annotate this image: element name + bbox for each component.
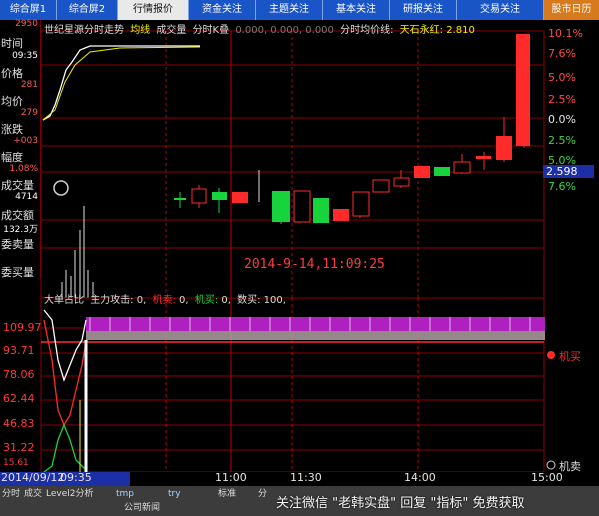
buy-label: 机买: [194, 295, 219, 306]
scale-p2: 5.0% [548, 71, 576, 84]
legend-kline: 分时K叠 [192, 25, 230, 36]
sell-label: 机卖: [152, 295, 176, 306]
turnover-label: 成交额 [1, 209, 34, 222]
bottom-tab-company-news[interactable]: 公司新闻 [124, 502, 160, 514]
bottom-tab-trades[interactable]: 成交 [24, 488, 42, 500]
bottom-tab-tmp[interactable]: tmp [116, 488, 134, 500]
scale-top: 10.1% [548, 27, 583, 40]
x-axis-date: 2014/09/12 [1, 471, 65, 484]
time-value: 09:35 [12, 51, 38, 61]
scale-n1: 2.5% [548, 134, 576, 147]
price-line [42, 45, 200, 121]
watermark-text: 关注微信 "老韩实盘" 回复 "指标" 免费获取 [276, 496, 525, 511]
left-info-panel: 2950 时间 09:35 价格 281 均价 279 涨跌 +003 幅度 1… [0, 19, 41, 279]
legend-stock: 天石永红: 2.810 [399, 25, 475, 36]
change-value: +003 [13, 136, 38, 146]
avg-value: 279 [20, 108, 38, 118]
top-value: 2950 [15, 19, 38, 29]
kline-candles [174, 34, 530, 224]
bottom-tab-try[interactable]: try [168, 488, 181, 500]
lower-scale-6: 15.61 [3, 458, 29, 468]
amplitude-value: 1.08% [9, 164, 38, 174]
tab-market-calendar[interactable]: 股市日历 [544, 0, 599, 20]
lower-scale-3: 62.44 [3, 392, 35, 405]
bid-volume-label: 委买量 [1, 266, 34, 279]
bottom-tab-timeshare[interactable]: 分时 [2, 488, 20, 500]
legend-avg-price: 分时均价线: [340, 25, 394, 36]
price-label: 价格 [1, 67, 23, 80]
order-diff-label: 委卖量 [1, 238, 34, 251]
legend-values: 0.000, 0.000, 0.000 [235, 25, 334, 36]
scale-n3: 7.6% [548, 180, 576, 193]
tab-research-focus[interactable]: 研报关注 [390, 0, 457, 20]
tab-workspace-1[interactable]: 综合屏1 [0, 0, 57, 20]
bottom-tab-analysis[interactable]: 分 [258, 488, 267, 500]
attack-value: 0, [136, 295, 147, 306]
tab-theme-focus[interactable]: 主题关注 [256, 0, 323, 20]
lower-scale-0: 109.97 [3, 321, 42, 334]
amplitude-label: 幅度 [1, 151, 23, 164]
attack-label: 主力攻击: [90, 295, 134, 306]
tab-fundamental-focus[interactable]: 基本关注 [323, 0, 390, 20]
band-base [86, 331, 545, 340]
cursor-circle [53, 180, 69, 196]
sell-marker-dot [546, 460, 556, 470]
lower-scale-1: 93.71 [3, 344, 35, 357]
x-tick-1500: 15:00 [531, 471, 563, 484]
buy-marker-label: 机买 [559, 350, 581, 363]
avg-label: 均价 [1, 95, 23, 108]
lower-scale-5: 31.22 [3, 441, 35, 454]
scale-p3: 2.5% [548, 93, 576, 106]
large-order-band [86, 317, 545, 331]
bottom-tab-level2[interactable]: Level2分析 [46, 488, 93, 500]
current-price-box: 2.598 [543, 165, 594, 178]
buy-value: 0, [221, 295, 231, 306]
legend-volume: 成交量 [156, 25, 187, 36]
price-value: 281 [20, 80, 38, 90]
lower-chart-legend: 大单占比 主力攻击: 0, 机卖: 0, 机买: 0, 数买: 100, [44, 291, 286, 306]
legend-avg: 均线 [130, 25, 151, 36]
lower-scale-2: 78.06 [3, 368, 35, 381]
scale-p1: 7.6% [548, 47, 576, 60]
avg-line [42, 46, 201, 121]
volume-label: 成交量 [1, 179, 34, 192]
bottom-tab-standard[interactable]: 标准 [218, 488, 236, 500]
x-tick-1400: 14:00 [404, 471, 436, 484]
x-tick-1100: 11:00 [215, 471, 247, 484]
tab-capital-focus[interactable]: 资金关注 [189, 0, 256, 20]
lower-scale-4: 46.83 [3, 417, 35, 430]
sell-value: 0, [179, 295, 189, 306]
x-tick-1130: 11:30 [290, 471, 322, 484]
tab-quotes[interactable]: 行情报价 [118, 0, 189, 20]
count-value: 100, [263, 295, 286, 306]
top-tab-bar: 综合屏1 综合屏2 行情报价 资金关注 主题关注 基本关注 研报关注 交易关注 … [0, 0, 599, 20]
time-label: 时间 [1, 37, 23, 50]
volume-value: 4714 [15, 192, 38, 202]
indicator-white [43, 309, 87, 382]
tab-workspace-2[interactable]: 综合屏2 [57, 0, 118, 20]
tab-trade-focus[interactable]: 交易关注 [457, 0, 544, 20]
upper-chart-title: 世纪星源分时走势 [44, 25, 124, 36]
change-label: 涨跌 [1, 123, 23, 136]
count-label: 数买: [237, 295, 261, 306]
x-axis-start: 09:35 [60, 471, 92, 484]
turnover-value: 132.3万 [3, 225, 38, 235]
buy-marker-dot [547, 351, 555, 359]
scale-zero: 0.0% [548, 113, 576, 126]
lower-chart-title: 大单占比 [44, 295, 84, 306]
upper-chart-legend: 世纪星源分时走势 均线 成交量 分时K叠 0.000, 0.000, 0.000… [44, 21, 475, 36]
chart-canvas [0, 30, 599, 486]
date-annotation: 2014-9-14,11:09:25 [244, 257, 385, 272]
